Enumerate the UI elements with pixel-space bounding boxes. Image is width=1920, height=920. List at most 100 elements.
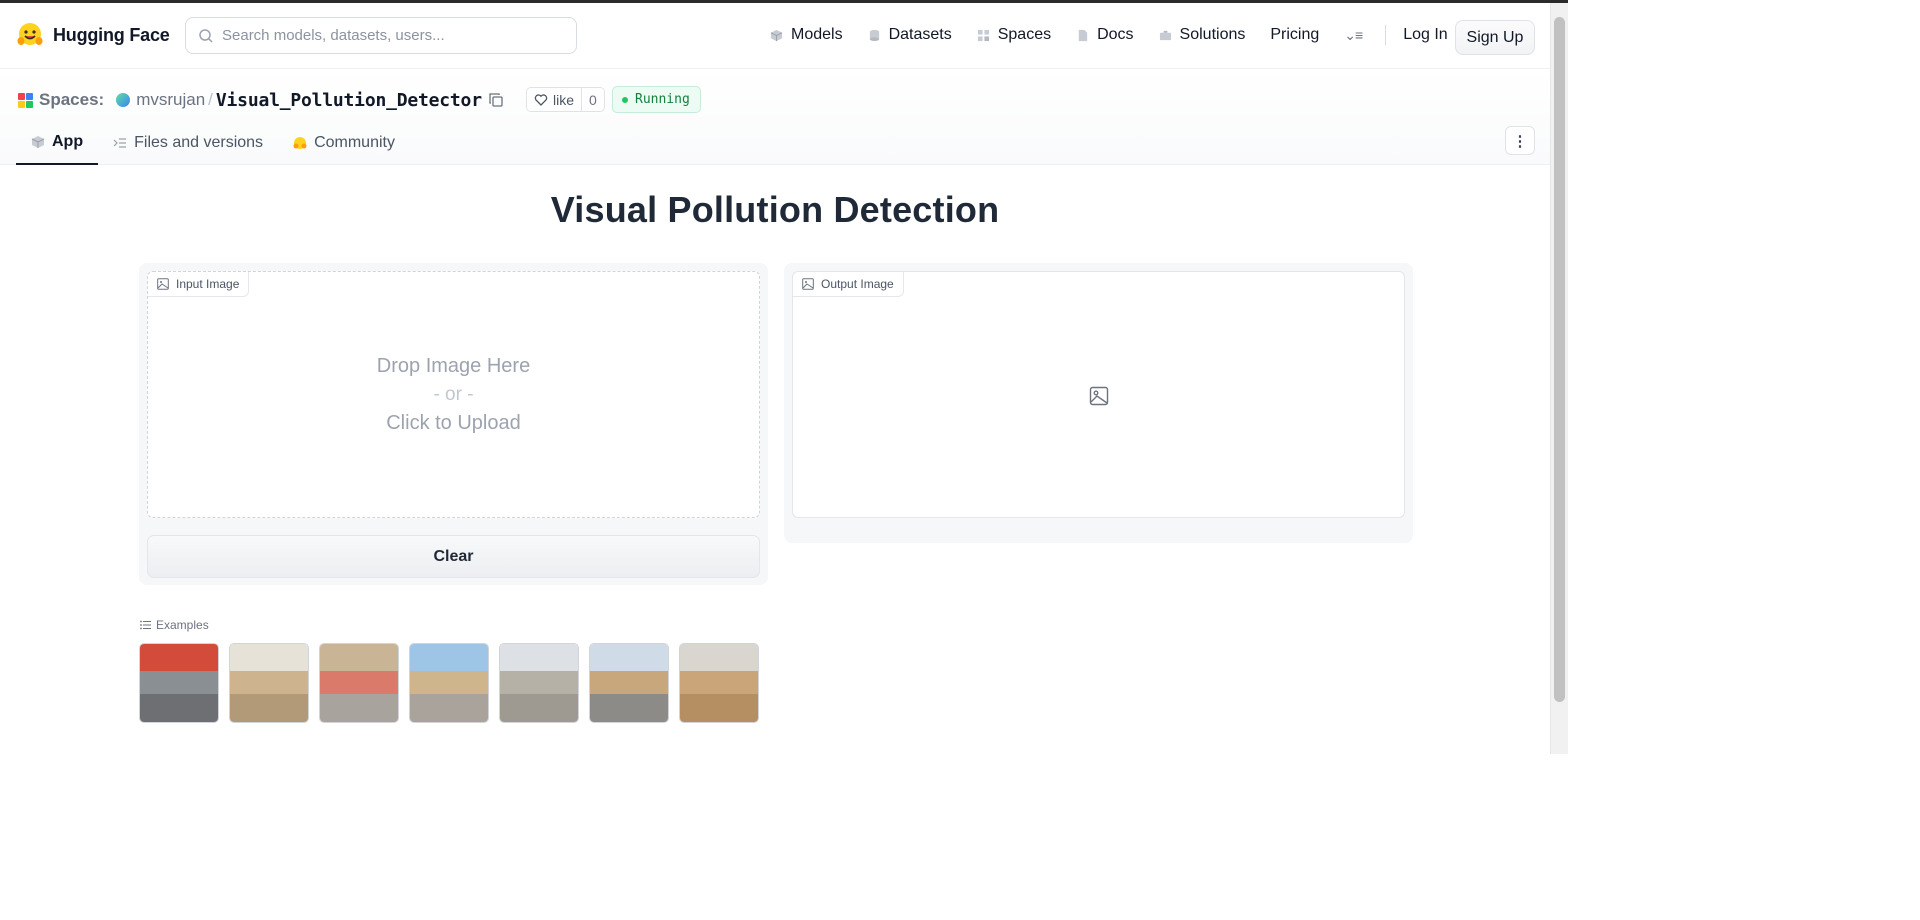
like-widget: like 0 [526,87,605,112]
briefcase-icon [1159,30,1171,40]
grid-icon [977,29,989,41]
nav-spaces-link[interactable]: Spaces [977,26,1051,44]
example-thumbnail-band [140,670,218,694]
example-thumbnail-band [680,644,758,671]
repo-name[interactable]: Visual_Pollution_Detector [216,90,482,111]
example-thumbnail-band [320,693,398,722]
copy-icon[interactable] [488,92,504,108]
status-label: Running [635,92,690,107]
owner-link[interactable]: mvsrujan [136,90,205,110]
example-thumbnail[interactable] [589,643,669,723]
nav-datasets-label: Datasets [888,26,952,43]
spaces-logo-icon [18,92,33,108]
spaces-label[interactable]: Spaces: [39,90,104,110]
drop-line-2: Click to Upload [386,412,521,434]
like-count[interactable]: 0 [581,88,604,111]
output-image-area: Output Image [792,271,1405,518]
examples-header: Examples [140,618,209,632]
examples-gallery [139,643,759,723]
drop-line-1: Drop Image Here [376,355,531,377]
input-image-label: Input Image [148,272,250,297]
example-thumbnail-band [410,693,488,722]
input-panel: Input Image Drop Image Here - or - Click… [139,263,768,585]
example-thumbnail-band [140,644,218,671]
tab-app[interactable]: App [16,121,99,165]
input-image-dropzone[interactable]: Input Image Drop Image Here - or - Click… [147,271,760,518]
example-thumbnail-band [680,670,758,694]
example-thumbnail-band [590,693,668,722]
search-icon [199,28,213,43]
image-icon [157,278,169,290]
nav-pricing-link[interactable]: Pricing [1270,26,1319,44]
nav-solutions-link[interactable]: Solutions [1159,26,1246,44]
image-icon [802,278,814,290]
output-image-label-text: Output Image [821,277,894,291]
space-options-menu-icon[interactable]: ⋮ [1505,126,1535,155]
hug-icon [293,137,307,149]
tab-community-label: Community [314,134,395,151]
nav-more-menu-icon[interactable]: ⌄≡ [1344,27,1363,44]
nav-solutions-label: Solutions [1179,26,1246,43]
nav-pricing-label: Pricing [1270,26,1320,43]
database-icon [869,29,879,41]
heart-icon [534,93,548,106]
status-dot-icon [622,96,628,103]
nav-divider [1385,25,1387,45]
example-thumbnail[interactable] [679,643,759,723]
example-thumbnail-band [410,644,488,671]
nav-models-link[interactable]: Models [770,26,843,44]
example-thumbnail[interactable] [229,643,309,723]
list-icon [140,620,151,630]
nav-datasets-link[interactable]: Datasets [868,26,952,44]
example-thumbnail[interactable] [499,643,579,723]
example-thumbnail[interactable] [409,643,489,723]
scrollbar-thumb[interactable] [1554,17,1565,702]
page-scrollbar[interactable] [1550,3,1568,754]
examples-label: Examples [156,618,209,632]
tab-files-label: Files and versions [134,134,264,151]
example-thumbnail-band [230,670,308,694]
nav-spaces-label: Spaces [997,26,1052,43]
doc-icon [1078,29,1088,41]
nav-docs-link[interactable]: Docs [1076,26,1134,44]
nav-links: Models Datasets Spaces Docs Solutions Pr… [770,25,1472,45]
brand-logo[interactable]: Hugging Face [16,21,170,49]
cube-icon [770,29,783,41]
tab-community[interactable]: Community [278,121,410,165]
example-thumbnail-band [590,670,668,694]
files-icon [113,138,127,148]
breadcrumb: Spaces: mvsrujan / Visual_Pollution_Dete… [18,89,504,111]
like-label: like [553,91,575,108]
output-image-label: Output Image [793,272,904,297]
example-thumbnail-band [500,644,578,671]
owner-avatar [116,93,131,107]
nav-docs-label: Docs [1097,26,1134,43]
tab-files-and-versions[interactable]: Files and versions [98,121,278,165]
example-thumbnail-band [410,670,488,694]
app-title: Visual Pollution Detection [550,189,1000,230]
search-input[interactable] [222,27,562,44]
image-placeholder-icon [1089,386,1109,406]
breadcrumb-separator: / [208,90,213,109]
login-link[interactable]: Log In [1403,26,1447,44]
search-box[interactable] [185,17,577,54]
example-thumbnail-band [500,693,578,722]
nav-models-label: Models [791,26,843,43]
example-thumbnail-band [320,644,398,671]
cube-icon [31,136,45,148]
output-panel: Output Image [784,263,1413,543]
clear-button[interactable]: Clear [147,535,760,578]
top-navbar: Hugging Face Models Datasets Spaces Docs… [0,3,1550,69]
example-thumbnail-band [680,693,758,722]
like-button[interactable]: like [527,88,582,111]
example-thumbnail[interactable] [139,643,219,723]
example-thumbnail-band [140,693,218,722]
example-thumbnail-band [320,670,398,694]
space-tabs: App Files and versions Community [16,121,410,165]
hugging-face-logo-icon [17,23,43,45]
drop-or: - or - [433,383,474,405]
tab-app-label: App [52,133,84,150]
example-thumbnail[interactable] [319,643,399,723]
signup-button[interactable]: Sign Up [1455,20,1535,55]
dropzone-text: Drop Image Here - or - Click to Upload [148,352,759,438]
